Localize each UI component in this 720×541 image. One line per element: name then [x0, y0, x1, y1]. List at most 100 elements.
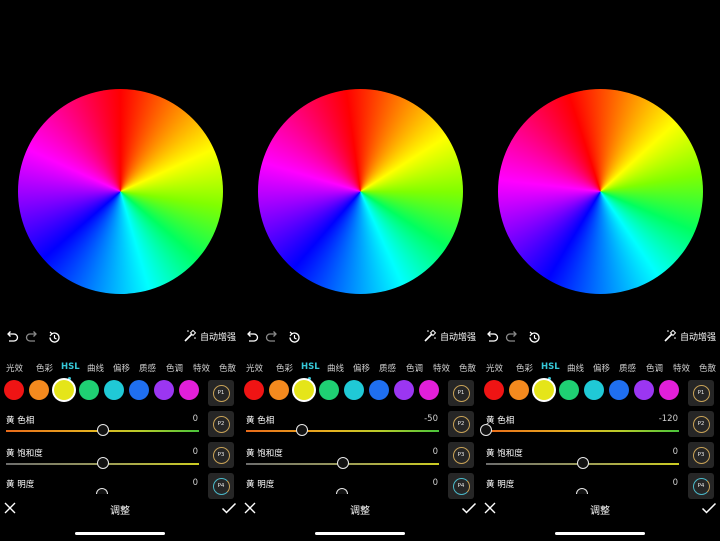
color-swatch[interactable]	[4, 380, 24, 400]
saturation-slider-label: 黄 饱和度	[486, 449, 523, 459]
color-swatch[interactable]	[244, 380, 264, 400]
tab-5[interactable]: 质感	[619, 362, 636, 374]
tab-2[interactable]: HSL	[301, 362, 320, 372]
color-channel-swatches	[480, 380, 720, 404]
color-swatch[interactable]	[584, 380, 604, 400]
color-swatch[interactable]	[344, 380, 364, 400]
tab-8[interactable]: 色散	[699, 362, 716, 374]
color-swatch[interactable]	[154, 380, 174, 400]
hue-slider-track[interactable]	[246, 430, 439, 432]
color-swatch[interactable]	[54, 380, 74, 400]
color-swatch[interactable]	[534, 380, 554, 400]
tab-8[interactable]: 色散	[219, 362, 236, 374]
tab-2[interactable]: HSL	[541, 362, 560, 372]
confirm-check-icon[interactable]	[461, 500, 477, 514]
brightness-slider-value: 0	[672, 478, 678, 488]
brightness-slider-label: 黄 明度	[6, 480, 35, 490]
preset-label: P4	[692, 477, 710, 495]
edit-toolbar: 自动增强	[0, 326, 240, 348]
tab-1[interactable]: 色彩	[516, 362, 533, 374]
tab-8[interactable]: 色散	[459, 362, 476, 374]
color-swatch[interactable]	[294, 380, 314, 400]
hue-slider-thumb[interactable]	[480, 424, 492, 436]
tab-1[interactable]: 色彩	[276, 362, 293, 374]
tab-3[interactable]: 曲线	[567, 362, 584, 374]
bottom-title: 调整	[350, 506, 370, 517]
history-reset-icon[interactable]	[45, 328, 63, 346]
tab-6[interactable]: 色调	[166, 362, 183, 374]
undo-icon[interactable]	[243, 328, 261, 346]
bottom-bar: 调整	[240, 494, 480, 524]
color-swatch[interactable]	[104, 380, 124, 400]
color-swatch[interactable]	[484, 380, 504, 400]
hue-slider-thumb[interactable]	[96, 424, 109, 436]
saturation-slider-thumb[interactable]	[336, 457, 349, 469]
history-reset-icon[interactable]	[525, 328, 543, 346]
auto-enhance-button[interactable]: 自动增强	[423, 329, 476, 343]
tab-7[interactable]: 特效	[193, 362, 210, 374]
color-swatch[interactable]	[29, 380, 49, 400]
edit-toolbar: 自动增强	[480, 326, 720, 348]
tab-2[interactable]: HSL	[61, 362, 80, 372]
color-swatch[interactable]	[319, 380, 339, 400]
brightness-slider-label: 黄 明度	[246, 480, 275, 490]
tab-5[interactable]: 质感	[139, 362, 156, 374]
preset-label: P2	[692, 415, 710, 433]
saturation-slider-thumb[interactable]	[96, 457, 109, 469]
tab-5[interactable]: 质感	[379, 362, 396, 374]
hue-slider-thumb[interactable]	[295, 424, 308, 436]
tab-3[interactable]: 曲线	[327, 362, 344, 374]
home-indicator	[555, 532, 645, 535]
preset-button[interactable]: P3	[688, 442, 714, 468]
confirm-check-icon[interactable]	[701, 500, 717, 514]
color-swatch[interactable]	[179, 380, 199, 400]
tab-7[interactable]: 特效	[673, 362, 690, 374]
preset-button[interactable]: P2	[688, 411, 714, 437]
color-swatch[interactable]	[659, 380, 679, 400]
color-swatch[interactable]	[269, 380, 289, 400]
color-swatch[interactable]	[394, 380, 414, 400]
tab-6[interactable]: 色调	[646, 362, 663, 374]
auto-enhance-label: 自动增强	[199, 332, 236, 343]
preset-button[interactable]: P2	[448, 411, 474, 437]
color-swatch[interactable]	[634, 380, 654, 400]
tab-4[interactable]: 偏移	[353, 362, 370, 374]
tab-4[interactable]: 偏移	[113, 362, 130, 374]
color-swatch[interactable]	[79, 380, 99, 400]
history-reset-icon[interactable]	[285, 328, 303, 346]
tab-6[interactable]: 色调	[406, 362, 423, 374]
preset-button[interactable]: P3	[448, 442, 474, 468]
confirm-check-icon[interactable]	[221, 500, 237, 514]
tab-3[interactable]: 曲线	[87, 362, 104, 374]
tab-0[interactable]: 光效	[6, 362, 23, 374]
hue-slider-track[interactable]	[486, 430, 679, 432]
redo-icon[interactable]	[503, 328, 521, 346]
redo-icon[interactable]	[23, 328, 41, 346]
preset-button[interactable]: P2	[208, 411, 234, 437]
preset-button[interactable]: P1	[448, 380, 474, 406]
tab-7[interactable]: 特效	[433, 362, 450, 374]
color-swatch[interactable]	[419, 380, 439, 400]
color-swatch[interactable]	[609, 380, 629, 400]
tab-4[interactable]: 偏移	[593, 362, 610, 374]
tab-0[interactable]: 光效	[246, 362, 263, 374]
preset-button[interactable]: P3	[208, 442, 234, 468]
auto-enhance-button[interactable]: 自动增强	[663, 329, 716, 343]
color-swatch[interactable]	[559, 380, 579, 400]
color-swatch[interactable]	[509, 380, 529, 400]
saturation-slider-thumb[interactable]	[576, 457, 589, 469]
bottom-title: 调整	[110, 506, 130, 517]
hue-slider-value: 0	[192, 414, 198, 424]
color-swatch[interactable]	[369, 380, 389, 400]
tab-0[interactable]: 光效	[486, 362, 503, 374]
redo-icon[interactable]	[263, 328, 281, 346]
color-swatch[interactable]	[129, 380, 149, 400]
undo-icon[interactable]	[3, 328, 21, 346]
adjust-tabs: 光效 色彩 HSL 曲线 偏移 质感 色调 特效 色散	[480, 362, 720, 380]
preset-label: P1	[212, 384, 230, 402]
undo-icon[interactable]	[483, 328, 501, 346]
tab-1[interactable]: 色彩	[36, 362, 53, 374]
preset-button[interactable]: P1	[688, 380, 714, 406]
preset-button[interactable]: P1	[208, 380, 234, 406]
auto-enhance-button[interactable]: 自动增强	[183, 329, 236, 343]
